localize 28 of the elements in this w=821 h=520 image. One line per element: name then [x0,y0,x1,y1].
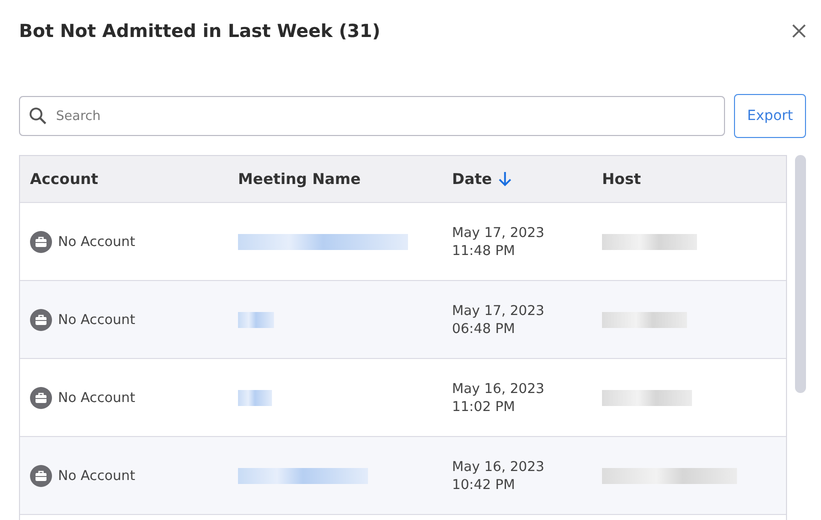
time-text: 10:42 PM [452,476,515,492]
account-text: No Account [58,312,136,328]
account-text: No Account [58,468,136,484]
account-text: No Account [58,390,136,406]
date-text: May 16, 2023 [452,380,544,396]
time-text: 11:48 PM [452,242,515,258]
briefcase-icon [30,464,52,486]
dialog-title: Bot Not Admitted in Last Week (31) [19,20,380,42]
column-header[interactable]: Meeting Name [238,170,361,188]
search-field[interactable]: Search [19,96,726,136]
briefcase-icon [30,308,52,330]
briefcase-icon [30,386,52,408]
sort-arrow-icon[interactable] [498,171,512,187]
close-icon[interactable] [792,24,806,38]
date-text: May 16, 2023 [452,458,544,474]
redacted-meeting-name [238,390,272,406]
export-button[interactable]: Export [734,94,806,138]
time-text: 11:02 PM [452,398,515,414]
redacted-meeting-name [238,312,274,328]
account-text: No Account [58,234,136,250]
time-text: 06:48 PM [452,320,515,336]
column-header[interactable]: Account [30,170,98,188]
date-text: May 17, 2023 [452,224,544,240]
column-header[interactable]: Date [452,170,492,188]
briefcase-icon [30,230,52,252]
date-text: May 17, 2023 [452,302,544,318]
scrollbar-thumb[interactable] [795,155,806,393]
column-header[interactable]: Host [602,170,641,188]
